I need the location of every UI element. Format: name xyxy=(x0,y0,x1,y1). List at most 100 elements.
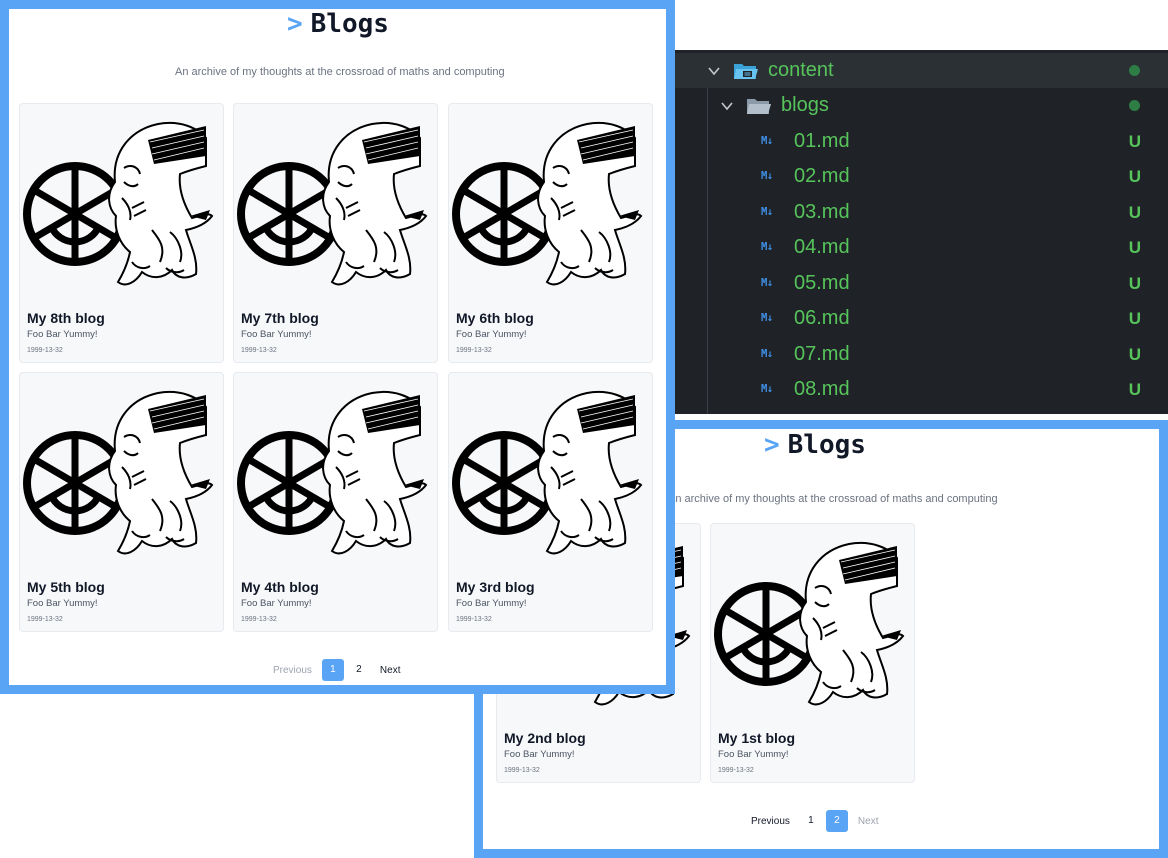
blog-card-description: Foo Bar Yummy! xyxy=(456,598,527,609)
git-untracked-badge: U xyxy=(1128,238,1141,257)
file-name[interactable]: 03.md xyxy=(794,201,850,224)
blog-card-description: Foo Bar Yummy! xyxy=(456,329,527,340)
page-subtitle: An archive of my thoughts at the crossro… xyxy=(175,66,505,78)
next-page-button[interactable]: Next xyxy=(372,665,409,676)
file-name[interactable]: 04.md xyxy=(794,236,850,259)
title-caret: > xyxy=(287,9,303,39)
previous-page-button[interactable]: Previous xyxy=(265,665,320,676)
blog-card-date: 1999-13-32 xyxy=(241,347,277,354)
chevron-down-icon xyxy=(721,102,733,111)
blog-card[interactable]: My 6th blog Foo Bar Yummy! 1999-13-32 xyxy=(448,103,653,363)
blog-card-date: 1999-13-32 xyxy=(27,347,63,354)
blog-thumbnail-illustration xyxy=(20,112,224,297)
git-untracked-badge: U xyxy=(1128,203,1141,222)
blog-card[interactable]: My 3rd blog Foo Bar Yummy! 1999-13-32 xyxy=(448,372,653,632)
file-name[interactable]: 02.md xyxy=(794,165,850,188)
blog-card-description: Foo Bar Yummy! xyxy=(718,749,789,760)
blog-card-title[interactable]: My 5th blog xyxy=(27,579,105,595)
blog-card[interactable]: My 7th blog Foo Bar Yummy! 1999-13-32 xyxy=(233,103,438,363)
page-number-1-current[interactable]: 1 xyxy=(321,659,344,681)
file-name[interactable]: 08.md xyxy=(794,378,850,401)
page-number-2[interactable]: 2 xyxy=(348,659,370,681)
folder-label-content[interactable]: content xyxy=(768,59,834,82)
chevron-down-icon xyxy=(708,67,720,76)
blog-card-date: 1999-13-32 xyxy=(504,767,540,774)
file-row[interactable]: M↓ 08.md U xyxy=(675,372,1168,407)
pagination: Previous 1 2 Next xyxy=(743,810,886,832)
page-title-text: Blogs xyxy=(787,430,866,460)
git-untracked-badge: U xyxy=(1128,380,1141,399)
markdown-icon: M↓ xyxy=(761,312,773,324)
page-title: > Blogs xyxy=(287,9,389,39)
git-untracked-badge: U xyxy=(1128,274,1141,293)
page-number-1[interactable]: 1 xyxy=(800,810,822,832)
file-row[interactable]: M↓ 07.md U xyxy=(675,337,1168,372)
file-name[interactable]: 05.md xyxy=(794,272,850,295)
file-name[interactable]: 07.md xyxy=(794,343,850,366)
previous-page-button[interactable]: Previous xyxy=(743,816,798,827)
page-title: > Blogs xyxy=(764,430,866,460)
blog-page-1-screenshot: > Blogs An archive of my thoughts at the … xyxy=(0,0,675,694)
page-number-2-current[interactable]: 2 xyxy=(825,810,848,832)
blog-card-date: 1999-13-32 xyxy=(456,347,492,354)
page-subtitle: An archive of my thoughts at the crossro… xyxy=(668,493,998,505)
file-row[interactable]: M↓ 06.md U xyxy=(675,301,1168,336)
blog-card[interactable]: My 8th blog Foo Bar Yummy! 1999-13-32 xyxy=(19,103,224,363)
file-row[interactable]: M↓ 01.md U xyxy=(675,124,1168,159)
blog-card-title[interactable]: My 8th blog xyxy=(27,310,105,326)
blog-card-date: 1999-13-32 xyxy=(241,616,277,623)
blog-card-description: Foo Bar Yummy! xyxy=(241,598,312,609)
blog-card[interactable]: My 4th blog Foo Bar Yummy! 1999-13-32 xyxy=(233,372,438,632)
blog-thumbnail-illustration xyxy=(449,112,653,297)
blog-thumbnail-illustration xyxy=(234,381,438,566)
blog-card[interactable]: My 5th blog Foo Bar Yummy! 1999-13-32 xyxy=(19,372,224,632)
blog-card-title[interactable]: My 7th blog xyxy=(241,310,319,326)
git-modified-dot xyxy=(1129,100,1140,111)
blog-card-title[interactable]: My 6th blog xyxy=(456,310,534,326)
next-page-button[interactable]: Next xyxy=(850,816,887,827)
folder-row-content[interactable]: content xyxy=(675,53,1168,88)
git-untracked-badge: U xyxy=(1128,132,1141,151)
blog-card-title[interactable]: My 2nd blog xyxy=(504,730,586,746)
git-untracked-badge: U xyxy=(1128,309,1141,328)
file-name[interactable]: 06.md xyxy=(794,307,850,330)
blog-card-date: 1999-13-32 xyxy=(456,616,492,623)
blog-card-date: 1999-13-32 xyxy=(27,616,63,623)
file-row[interactable]: M↓ 02.md U xyxy=(675,159,1168,194)
blog-thumbnail-illustration xyxy=(20,381,224,566)
folder-label-blogs[interactable]: blogs xyxy=(781,94,829,117)
file-name[interactable]: 01.md xyxy=(794,130,850,153)
file-row[interactable]: M↓ 03.md U xyxy=(675,195,1168,230)
title-caret: > xyxy=(764,430,780,460)
blog-card-date: 1999-13-32 xyxy=(718,767,754,774)
blog-card-title[interactable]: My 4th blog xyxy=(241,579,319,595)
tree-indent-guide xyxy=(707,88,708,414)
blog-card[interactable]: My 1st blog Foo Bar Yummy! 1999-13-32 xyxy=(710,523,915,783)
git-untracked-badge: U xyxy=(1128,167,1141,186)
file-row[interactable]: M↓ 04.md U xyxy=(675,230,1168,265)
git-modified-dot xyxy=(1129,65,1140,76)
blog-thumbnail-illustration xyxy=(234,112,438,297)
pagination: Previous 1 2 Next xyxy=(265,659,408,681)
file-row[interactable]: M↓ 05.md U xyxy=(675,266,1168,301)
blog-card-description: Foo Bar Yummy! xyxy=(27,329,98,340)
blog-card-title[interactable]: My 3rd blog xyxy=(456,579,535,595)
blog-thumbnail-illustration xyxy=(711,532,915,717)
blog-card-title[interactable]: My 1st blog xyxy=(718,730,795,746)
blog-thumbnail-illustration xyxy=(449,381,653,566)
blog-card-description: Foo Bar Yummy! xyxy=(27,598,98,609)
folder-open-content-icon xyxy=(734,64,758,79)
markdown-icon: M↓ xyxy=(761,348,773,360)
markdown-icon: M↓ xyxy=(761,383,773,395)
page-title-text: Blogs xyxy=(310,9,389,39)
blog-card-description: Foo Bar Yummy! xyxy=(241,329,312,340)
markdown-icon: M↓ xyxy=(761,135,773,147)
markdown-icon: M↓ xyxy=(761,170,773,182)
folder-row-blogs[interactable]: blogs xyxy=(675,88,1168,123)
markdown-icon: M↓ xyxy=(761,241,773,253)
git-untracked-badge: U xyxy=(1128,345,1141,364)
markdown-icon: M↓ xyxy=(761,206,773,218)
file-explorer-panel: content blogs M↓ 01.md U M↓ 02.md U M↓ 0… xyxy=(675,50,1168,414)
blog-card-description: Foo Bar Yummy! xyxy=(504,749,575,760)
folder-open-icon xyxy=(747,99,771,114)
